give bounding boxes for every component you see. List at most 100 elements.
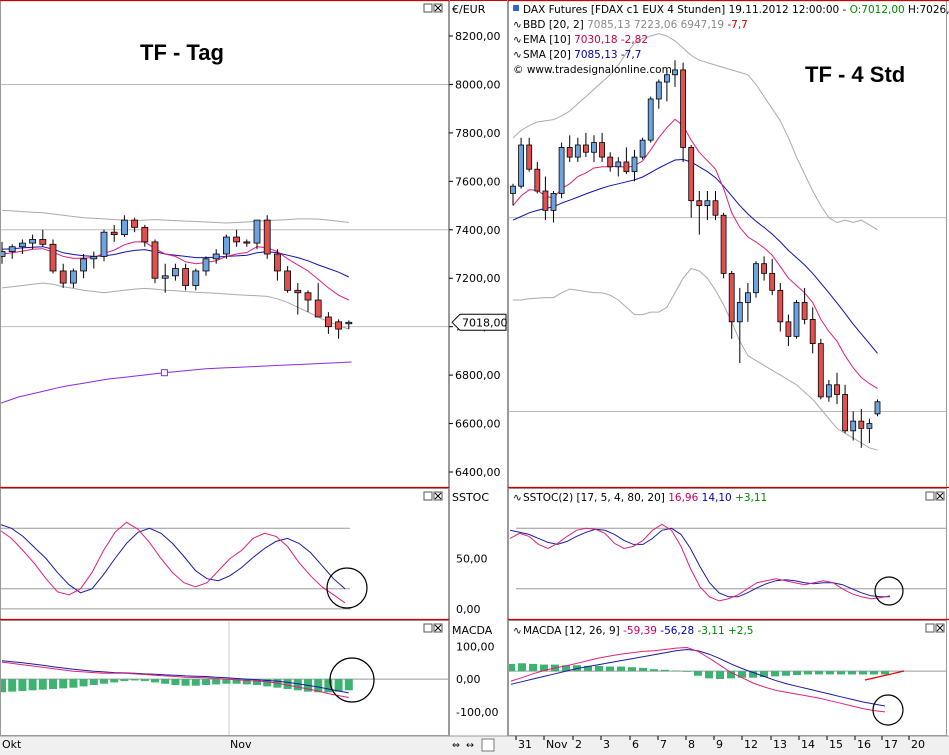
left-candle-body <box>314 299 322 318</box>
right-candle-body <box>696 200 703 206</box>
right-candle-body <box>647 98 654 141</box>
right-candle-body <box>639 139 646 158</box>
right-candle-body <box>550 193 557 211</box>
right-candle-body <box>842 394 848 432</box>
right-sstoc-header-part-2: 14,10 <box>702 492 735 504</box>
right-candle-body <box>777 289 784 323</box>
left-macda-histogram-bar <box>334 679 343 692</box>
left-macda-histogram-bar <box>79 679 88 687</box>
right-candle-body <box>566 147 573 158</box>
right-header-BBD-part-2: -7,7 <box>727 19 748 31</box>
zoom-arrows-icon: ↔ <box>466 740 474 751</box>
left-candle-body <box>151 241 159 279</box>
price-axis-tick: 8000,00 <box>455 78 501 91</box>
right-macda-histogram-bar <box>859 671 867 675</box>
right-candle-body <box>720 214 727 274</box>
left-candle-body <box>18 242 26 248</box>
right-candle-body <box>704 200 711 206</box>
right-candle-body <box>874 401 881 415</box>
right-candle-body <box>534 168 541 192</box>
right-candle-body <box>761 263 767 274</box>
right-candle-body <box>809 318 816 345</box>
right-time-label: 15 <box>829 738 843 751</box>
right-macda-histogram-bar <box>793 671 801 676</box>
price-axis-tick: 6400,00 <box>455 466 501 479</box>
macda-wave-icon: ∿ <box>513 625 522 637</box>
right-candle-body <box>728 272 735 323</box>
left-candle-body <box>39 239 47 245</box>
trading-chart: €/EUR8200,008000,007800,007600,007400,00… <box>0 0 949 755</box>
left-macda-histogram-bar <box>293 679 302 691</box>
right-macda-histogram-bar <box>815 671 823 675</box>
right-macda-histogram-bar <box>837 671 845 675</box>
right-macda-header-part-1: -59,39 <box>623 625 660 637</box>
right-candle-body <box>745 292 751 303</box>
macda-axis-tick: 100,00 <box>456 640 495 653</box>
sstoc-wave-icon: ∿ <box>513 492 522 504</box>
right-candle-body <box>518 144 524 187</box>
right-candle-body <box>526 144 533 170</box>
right-macda-histogram-bar <box>518 663 526 672</box>
left-candle-body <box>233 236 241 243</box>
right-macda-histogram-bar <box>804 671 812 675</box>
right-time-label: 12 <box>744 738 758 751</box>
right-header-DAX Futures-part-1: O:7012,00 <box>850 4 905 16</box>
right-header-BBD-part-0: BBD [20, 2] <box>523 19 587 31</box>
left-candle-body <box>141 226 149 243</box>
left-candle-body <box>294 289 302 294</box>
right-candle-body <box>826 384 832 398</box>
right-sstoc-restore-icon <box>925 491 935 501</box>
left-candle-body <box>202 258 210 272</box>
price-axis-unit: €/EUR <box>452 3 486 16</box>
right-candle-body <box>574 144 581 158</box>
right-macda-header: MACDA [12, 26, 9] -59,39 -56,28 -3,11 +2… <box>523 625 753 637</box>
right-time-label: 9 <box>716 738 723 751</box>
right-time-label: 31 <box>518 738 532 751</box>
right-header-SMA-part-1: 7085,13 -7,7 <box>574 49 641 61</box>
left-candle-body <box>70 270 77 284</box>
right-macda-header-part-2: -56,28 <box>660 625 697 637</box>
left-time-label: Okt <box>2 738 22 751</box>
left-macda-histogram-bar <box>151 679 159 683</box>
left-candle-body <box>29 239 37 244</box>
right-candle-body <box>672 69 678 76</box>
right-candle-body <box>631 156 638 173</box>
right-header-copyright: © www.tradesignalonline.com <box>513 64 672 76</box>
right-header-BBD-part-1: 7085,13 7223,06 6947,19 <box>587 19 727 31</box>
right-candle-body <box>558 147 565 194</box>
right-candle-body <box>785 321 792 337</box>
right-macda-header-part-0: MACDA [12, 26, 9] <box>523 625 623 637</box>
left-chart-title: TF - Tag <box>140 40 224 65</box>
left-macda-histogram-bar <box>69 679 78 688</box>
left-macda-histogram-bar <box>222 679 231 684</box>
left-candle-body <box>335 321 343 330</box>
right-macda-histogram-bar <box>639 667 647 672</box>
right-time-label: 2 <box>575 738 582 751</box>
left-macda-histogram-bar <box>110 679 119 683</box>
right-header-DAX Futures: DAX Futures [FDAX c1 EUX 4 Stunden] 19.1… <box>523 4 949 16</box>
right-time-label: 13 <box>773 738 787 751</box>
left-macda-histogram-bar <box>344 679 353 691</box>
right-macda-histogram-bar <box>881 671 889 675</box>
right-header-SMA: SMA [20] 7085,13 -7,7 <box>523 49 641 61</box>
left-candle-body <box>8 246 16 252</box>
right-time-label: 14 <box>801 738 815 751</box>
right-candle-body <box>866 423 873 429</box>
right-macda-histogram-bar <box>848 671 856 675</box>
left-candle-body <box>243 241 251 244</box>
right-macda-histogram-bar <box>771 671 779 677</box>
right-candle-body <box>599 142 605 158</box>
right-candle-body <box>542 190 549 211</box>
price-axis-tick: 7800,00 <box>455 127 501 140</box>
right-time-label: 3 <box>603 738 610 751</box>
left-candle-body <box>222 236 230 255</box>
right-macda-histogram-bar <box>628 667 636 672</box>
right-header-DAX Futures-part-0: DAX Futures [FDAX c1 EUX 4 Stunden] 19.1… <box>523 4 850 16</box>
left-candle-body <box>192 270 200 286</box>
right-header-copyright-part-0: © www.tradesignalonline.com <box>513 64 672 76</box>
right-sstoc-header-part-1: 16,96 <box>668 492 701 504</box>
left-candle-body <box>304 292 312 301</box>
right-header-BBD: BBD [20, 2] 7085,13 7223,06 6947,19 -7,7 <box>523 19 748 31</box>
right-macda-histogram-bar <box>716 671 724 680</box>
right-sstoc-header-part-0: SSTOC(2) [17, 5, 4, 80, 20] <box>523 492 668 504</box>
